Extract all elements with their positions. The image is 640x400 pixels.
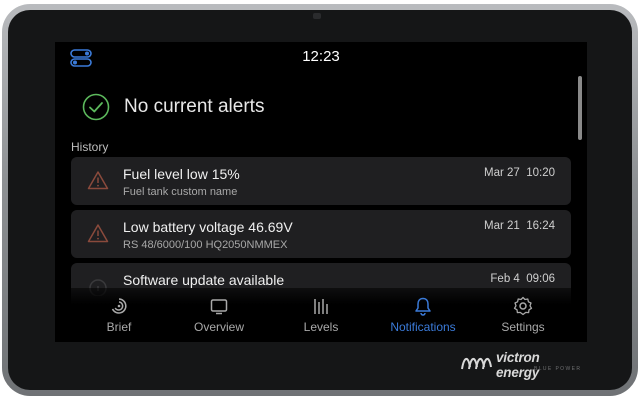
gear-icon — [513, 296, 533, 316]
notification-timestamp: Mar 27 10:20 — [484, 167, 555, 179]
notification-time: 09:06 — [526, 273, 555, 285]
notification-title: Low battery voltage 46.69V — [123, 219, 293, 235]
front-camera — [313, 13, 321, 19]
history-heading: History — [71, 140, 109, 154]
notification-date: Mar 21 — [484, 220, 520, 232]
notification-source: Fuel tank custom name — [123, 186, 238, 198]
notification-date: Mar 27 — [484, 167, 520, 179]
overview-icon — [210, 299, 228, 315]
notification-title: Software update available — [123, 272, 285, 288]
notification-timestamp: Mar 21 16:24 — [484, 220, 555, 232]
brand-wordmark: victron energy — [496, 350, 540, 380]
nav-settings[interactable]: Settings — [477, 294, 569, 338]
notification-date: Feb 4 — [490, 273, 520, 285]
clock: 12:23 — [302, 48, 340, 65]
nav-levels[interactable]: Levels — [275, 294, 367, 338]
notification-title: Fuel level low 15% — [123, 166, 240, 182]
nav-label: Notifications — [390, 320, 456, 334]
warning-icon — [87, 171, 109, 190]
nav-overview[interactable]: Overview — [173, 294, 265, 338]
nav-label: Brief — [106, 320, 132, 334]
check-circle-icon — [82, 93, 110, 121]
brief-icon — [111, 298, 127, 314]
brand-tagline: BLUE POWER — [534, 366, 582, 372]
bottom-navigation: Brief Overview Levels Notifications Sett… — [55, 288, 587, 342]
nav-label: Overview — [193, 320, 244, 334]
alert-status: No current alerts — [82, 92, 264, 122]
notification-time: 16:24 — [526, 220, 555, 232]
notification-time: 10:20 — [526, 167, 555, 179]
levels-icon — [314, 299, 328, 314]
notification-timestamp: Feb 4 09:06 — [490, 273, 555, 285]
alert-status-text: No current alerts — [124, 96, 265, 117]
nav-label: Settings — [501, 320, 545, 334]
nav-notifications[interactable]: Notifications — [377, 294, 469, 338]
status-bar: 12:23 — [55, 42, 587, 70]
notification-card[interactable]: Low battery voltage 46.69V RS 48/6000/10… — [71, 210, 571, 258]
screen: 12:23 No current alerts History Fuel lev… — [55, 42, 587, 342]
warning-icon — [87, 224, 109, 243]
victron-energy-logo: victron energy BLUE POWER — [460, 350, 582, 380]
bell-icon — [415, 297, 431, 316]
scrollbar[interactable] — [578, 76, 582, 140]
notification-source: RS 48/6000/100 HQ2050NMMEX — [123, 239, 288, 251]
nav-brief[interactable]: Brief — [73, 294, 165, 338]
victron-logo-icon — [461, 358, 492, 370]
notification-card[interactable]: Fuel level low 15% Fuel tank custom name… — [71, 157, 571, 205]
nav-label: Levels — [303, 320, 339, 334]
